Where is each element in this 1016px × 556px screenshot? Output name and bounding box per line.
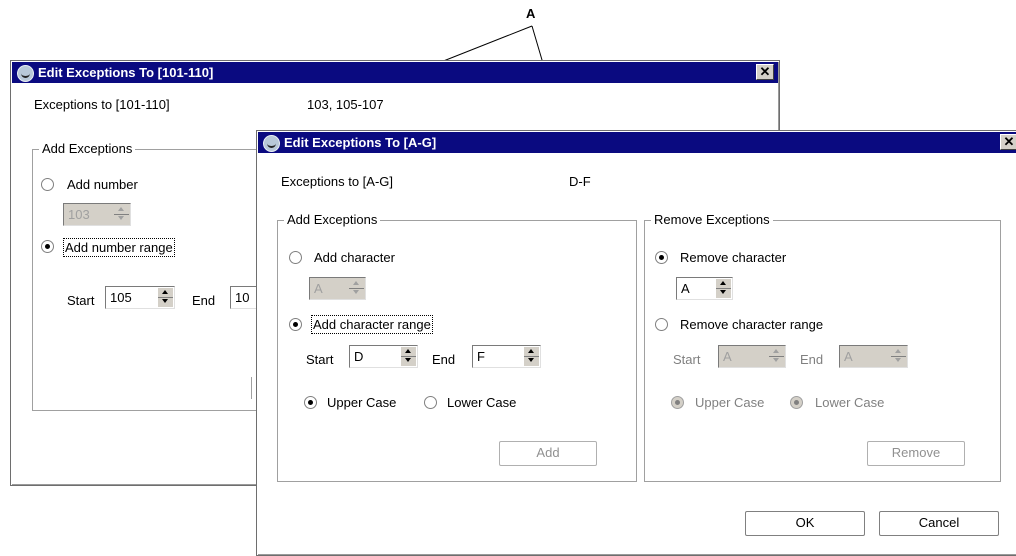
spin-down-icon[interactable] [114, 214, 129, 223]
add-character-spinner[interactable]: A [309, 277, 366, 300]
ok-button[interactable]: OK [745, 511, 865, 536]
upper-case-radio[interactable] [304, 396, 317, 409]
remove-upper-case-radio[interactable] [671, 396, 684, 409]
back-end-label: End [192, 293, 216, 308]
remove-end-spinner[interactable]: A [839, 345, 908, 368]
back-start-label: Start [67, 293, 95, 308]
remove-character-radio[interactable] [655, 251, 668, 264]
remove-end-value: A [844, 349, 853, 364]
back-exceptions-label: Exceptions to [101-110] [34, 97, 170, 112]
back-add-range-radio[interactable] [41, 240, 54, 253]
remove-button[interactable]: Remove [867, 441, 965, 466]
add-exceptions-title: Add Exceptions [284, 212, 381, 227]
close-icon[interactable]: ✕ [756, 64, 774, 80]
add-range-label[interactable]: Add character range [311, 315, 433, 334]
front-title: Edit Exceptions To [A-G] [284, 135, 437, 150]
add-start-spinner[interactable]: D [349, 345, 418, 368]
lower-case-radio[interactable] [424, 396, 437, 409]
front-titlebar[interactable]: Edit Exceptions To [A-G] ✕ [258, 132, 1016, 153]
lower-case-label[interactable]: Lower Case [447, 395, 516, 410]
spin-down-icon[interactable] [524, 356, 539, 365]
remove-start-label: Start [673, 352, 701, 367]
back-exceptions-value: 103, 105-107 [307, 97, 384, 112]
remove-character-spinner[interactable]: A [676, 277, 733, 300]
add-start-label: Start [306, 352, 334, 367]
back-add-number-label[interactable]: Add number [67, 177, 138, 192]
back-number-spinner[interactable]: 103 [63, 203, 131, 226]
back-end-value: 10 [235, 290, 250, 305]
remove-lower-case-label[interactable]: Lower Case [815, 395, 884, 410]
add-character-label[interactable]: Add character [314, 250, 395, 265]
add-character-value: A [314, 281, 323, 296]
remove-start-spinner[interactable]: A [718, 345, 786, 368]
cancel-button[interactable]: Cancel [879, 511, 999, 536]
back-title: Edit Exceptions To [101-110] [38, 65, 214, 80]
remove-character-label[interactable]: Remove character [680, 250, 786, 265]
spin-down-icon[interactable] [349, 288, 364, 297]
app-icon [263, 135, 280, 152]
add-start-value: D [354, 349, 364, 364]
back-start-value: 105 [110, 290, 132, 305]
spin-down-icon[interactable] [716, 288, 731, 297]
remove-end-label: End [800, 352, 824, 367]
spin-down-icon[interactable] [158, 297, 173, 306]
remove-upper-case-label[interactable]: Upper Case [695, 395, 764, 410]
close-icon[interactable]: ✕ [1000, 134, 1016, 150]
spin-down-icon[interactable] [891, 356, 906, 365]
upper-case-label[interactable]: Upper Case [327, 395, 396, 410]
front-exceptions-value: D-F [569, 174, 591, 189]
add-button[interactable]: Add [499, 441, 597, 466]
add-end-spinner[interactable]: F [472, 345, 541, 368]
back-add-group-title: Add Exceptions [39, 141, 136, 156]
remove-range-radio[interactable] [655, 318, 668, 331]
app-icon [17, 65, 34, 82]
add-end-value: F [477, 349, 485, 364]
remove-exceptions-title: Remove Exceptions [651, 212, 773, 227]
back-add-number-radio[interactable] [41, 178, 54, 191]
front-dialog: Edit Exceptions To [A-G] ✕ Exceptions to… [256, 130, 1016, 556]
back-add-range-label[interactable]: Add number range [63, 238, 175, 257]
remove-range-label[interactable]: Remove character range [680, 317, 823, 332]
front-exceptions-label: Exceptions to [A-G] [281, 174, 393, 189]
back-number-value: 103 [68, 207, 90, 222]
remove-start-value: A [723, 349, 732, 364]
add-range-radio[interactable] [289, 318, 302, 331]
add-end-label: End [432, 352, 456, 367]
remove-lower-case-radio[interactable] [790, 396, 803, 409]
back-titlebar[interactable]: Edit Exceptions To [101-110] ✕ [12, 62, 778, 83]
add-character-radio[interactable] [289, 251, 302, 264]
back-start-spinner[interactable]: 105 [105, 286, 175, 309]
remove-character-value: A [681, 281, 690, 296]
spin-down-icon[interactable] [401, 356, 416, 365]
spin-down-icon[interactable] [769, 356, 784, 365]
